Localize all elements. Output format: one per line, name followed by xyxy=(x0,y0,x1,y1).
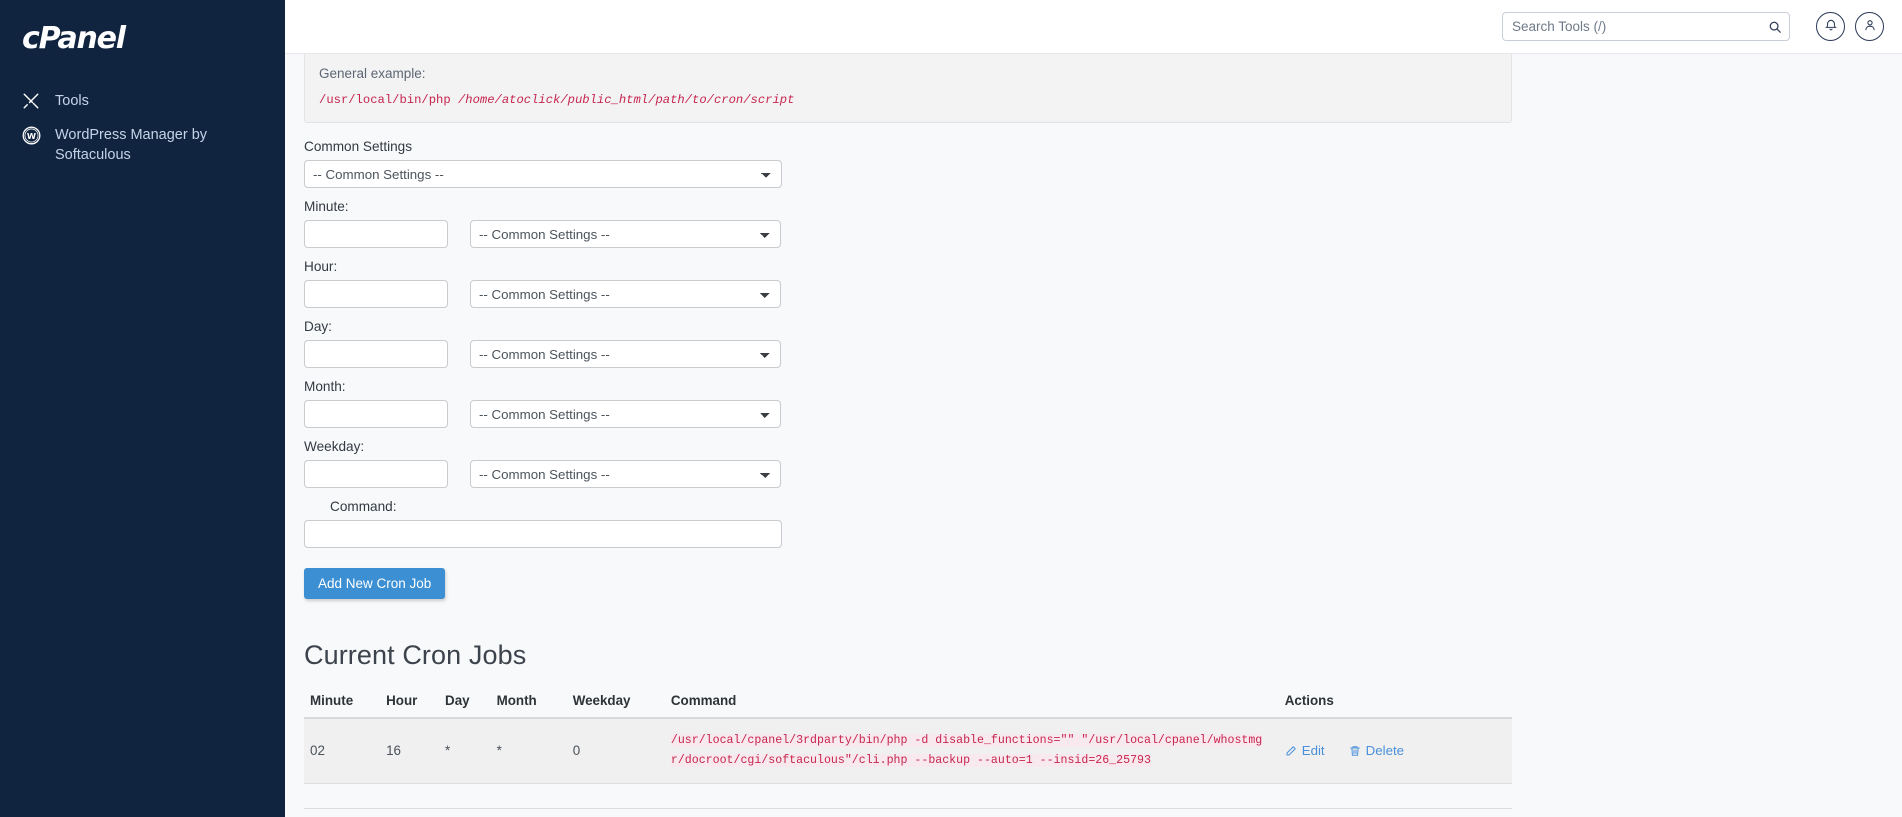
general-example-box: General example: /usr/local/bin/php /hom… xyxy=(304,54,1512,123)
svg-text:W: W xyxy=(27,130,36,140)
weekday-input[interactable] xyxy=(304,460,448,488)
command-input[interactable] xyxy=(304,520,782,548)
cron-table-head: Minute Hour Day Month Weekday Command Ac… xyxy=(304,687,1512,719)
pencil-icon xyxy=(1285,745,1297,757)
cron-table-header-row: Minute Hour Day Month Weekday Command Ac… xyxy=(304,687,1512,719)
app-root: cPanel Tools W WordPress Manager by Soft… xyxy=(0,0,1902,817)
sidebar-item-tools[interactable]: Tools xyxy=(0,84,285,118)
top-header xyxy=(285,0,1902,54)
common-settings-row: -- Common Settings -- xyxy=(304,160,1512,188)
common-settings-label: Common Settings xyxy=(304,139,413,154)
add-new-cron-job-button[interactable]: Add New Cron Job xyxy=(304,568,446,599)
tools-icon xyxy=(22,91,44,111)
main-area: General example: /usr/local/bin/php /hom… xyxy=(285,0,1902,817)
common-settings-select[interactable]: -- Common Settings -- xyxy=(304,160,782,188)
day-input[interactable] xyxy=(304,340,448,368)
edit-link[interactable]: Edit xyxy=(1285,743,1325,758)
day-label: Day: xyxy=(304,319,332,334)
code-script-path: /home/atoclick/public_html/path/to/cron/… xyxy=(457,93,795,107)
hour-row: -- Common Settings -- xyxy=(304,280,1512,308)
general-example-label: General example: xyxy=(319,66,426,81)
cron-table-body: 02 16 * * 0 /usr/local/cpanel/3rdparty/b… xyxy=(304,718,1512,809)
current-cron-jobs-title: Current Cron Jobs xyxy=(304,640,527,670)
cell-month: * xyxy=(490,718,567,784)
sidebar-item-wordpress-manager[interactable]: W WordPress Manager by Softaculous xyxy=(0,118,285,172)
command-row xyxy=(304,520,1512,548)
month-row: -- Common Settings -- xyxy=(304,400,1512,428)
general-example-code: /usr/local/bin/php /home/atoclick/public… xyxy=(319,93,1497,107)
content-inner: General example: /usr/local/bin/php /hom… xyxy=(304,54,1512,809)
cell-command xyxy=(664,783,1279,809)
cell-hour xyxy=(380,783,440,809)
minute-input[interactable] xyxy=(304,220,448,248)
cell-month xyxy=(490,783,567,809)
sidebar: cPanel Tools W WordPress Manager by Soft… xyxy=(0,0,285,817)
search-input[interactable] xyxy=(1502,12,1790,41)
bell-icon xyxy=(1824,18,1838,35)
weekday-row: -- Common Settings -- xyxy=(304,460,1512,488)
day-row: -- Common Settings -- xyxy=(304,340,1512,368)
minute-select[interactable]: -- Common Settings -- xyxy=(470,220,781,248)
account-button[interactable] xyxy=(1855,12,1884,41)
cell-hour: 16 xyxy=(380,718,440,784)
hour-input[interactable] xyxy=(304,280,448,308)
notifications-button[interactable] xyxy=(1816,12,1845,41)
column-header-month: Month xyxy=(490,687,567,719)
column-header-hour: Hour xyxy=(380,687,440,719)
hour-label: Hour: xyxy=(304,259,338,274)
column-header-minute: Minute xyxy=(304,687,381,719)
minute-label: Minute: xyxy=(304,199,349,214)
row-actions: Edit Delete xyxy=(1285,743,1506,758)
cpanel-logo: cPanel xyxy=(22,21,126,56)
weekday-select[interactable]: -- Common Settings -- xyxy=(470,460,781,488)
column-header-day: Day xyxy=(439,687,491,719)
command-label: Command: xyxy=(330,499,397,514)
search-container xyxy=(1502,12,1790,41)
column-header-weekday: Weekday xyxy=(566,687,665,719)
delete-label: Delete xyxy=(1365,743,1405,759)
user-icon xyxy=(1863,18,1877,35)
table-row[interactable] xyxy=(304,783,1512,809)
brand[interactable]: cPanel xyxy=(0,0,285,62)
hour-select[interactable]: -- Common Settings -- xyxy=(470,280,781,308)
command-text: /usr/local/cpanel/3rdparty/bin/php -d di… xyxy=(670,734,1263,767)
day-select[interactable]: -- Common Settings -- xyxy=(470,340,781,368)
cell-actions: Edit Delete xyxy=(1278,718,1512,784)
cell-minute: 02 xyxy=(304,718,381,784)
content-scroll-area: General example: /usr/local/bin/php /hom… xyxy=(285,54,1902,817)
delete-link[interactable]: Delete xyxy=(1349,743,1404,758)
wordpress-icon: W xyxy=(22,125,44,145)
code-binary-path: /usr/local/bin/php xyxy=(319,93,458,107)
cell-day xyxy=(439,783,491,809)
trash-icon xyxy=(1349,745,1361,757)
cell-actions xyxy=(1278,783,1512,809)
edit-label: Edit xyxy=(1301,743,1325,759)
sidebar-item-label: WordPress Manager by Softaculous xyxy=(55,127,208,163)
cron-form: Common Settings -- Common Settings -- Mi… xyxy=(304,139,1512,599)
cell-weekday xyxy=(566,783,665,809)
weekday-label: Weekday: xyxy=(304,439,365,454)
column-header-command: Command xyxy=(664,687,1279,719)
cron-jobs-table: Minute Hour Day Month Weekday Command Ac… xyxy=(304,687,1512,809)
month-input[interactable] xyxy=(304,400,448,428)
minute-row: -- Common Settings -- xyxy=(304,220,1512,248)
table-row[interactable]: 02 16 * * 0 /usr/local/cpanel/3rdparty/b… xyxy=(304,718,1512,784)
month-select[interactable]: -- Common Settings -- xyxy=(470,400,781,428)
sidebar-nav: Tools W WordPress Manager by Softaculous xyxy=(0,84,285,172)
cell-minute xyxy=(304,783,381,809)
sidebar-item-label: Tools xyxy=(55,93,89,109)
cell-command: /usr/local/cpanel/3rdparty/bin/php -d di… xyxy=(664,718,1279,784)
column-header-actions: Actions xyxy=(1278,687,1512,719)
cell-weekday: 0 xyxy=(566,718,665,784)
month-label: Month: xyxy=(304,379,346,394)
cell-day: * xyxy=(439,718,491,784)
